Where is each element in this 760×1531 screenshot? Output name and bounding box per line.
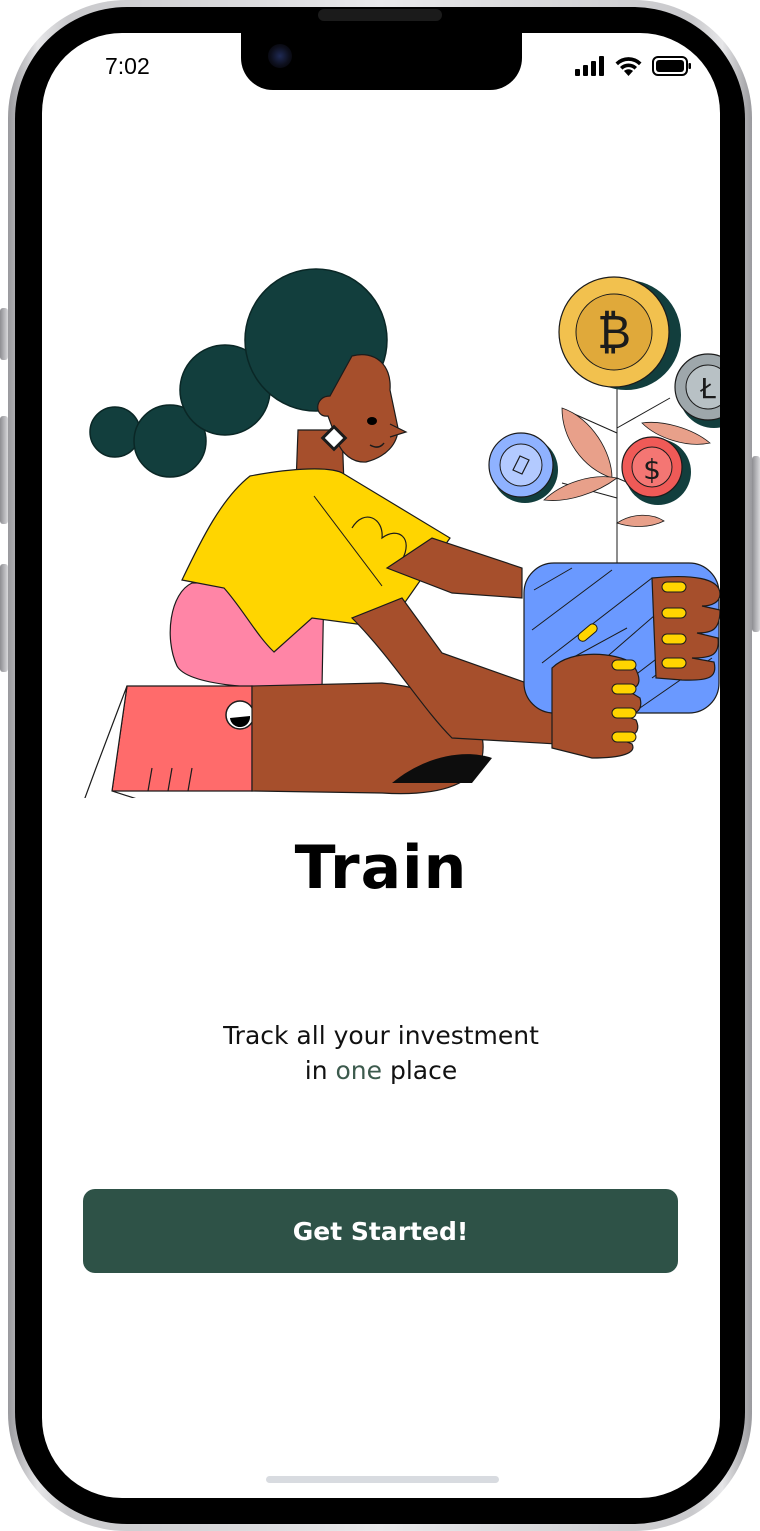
subtitle-line-2-prefix: in: [304, 1056, 336, 1085]
front-camera: [268, 44, 292, 68]
subtitle-line-1: Track all your investment: [223, 1021, 539, 1050]
woman-holding-crypto-plant-illustration: ₿ Ł $: [84, 268, 720, 798]
cellular-signal-icon: [575, 55, 604, 76]
action-button: [0, 308, 8, 360]
svg-text:₿: ₿: [597, 305, 631, 359]
battery-icon: [652, 55, 691, 76]
subtitle-accent-word: one: [335, 1056, 383, 1085]
home-indicator[interactable]: [266, 1476, 499, 1483]
page-title: Train: [294, 833, 468, 903]
power-button: [752, 456, 760, 632]
app-screen: 7:02 ₿ Ł $ Train Track all your investme…: [42, 33, 720, 1498]
status-time: 7:02: [105, 53, 150, 79]
volume-up-button: [0, 416, 8, 524]
volume-down-button: [0, 564, 8, 672]
get-started-button[interactable]: Get Started!: [83, 1189, 678, 1273]
svg-text:$: $: [643, 453, 661, 486]
svg-text:Ł: Ł: [699, 372, 716, 405]
notch: [241, 33, 522, 90]
wifi-icon: [615, 57, 642, 76]
page-subtitle: Track all your investment in one place: [42, 1018, 720, 1088]
subtitle-line-2-suffix: place: [382, 1056, 458, 1085]
earpiece-speaker: [318, 9, 442, 21]
status-icons: [575, 55, 692, 76]
